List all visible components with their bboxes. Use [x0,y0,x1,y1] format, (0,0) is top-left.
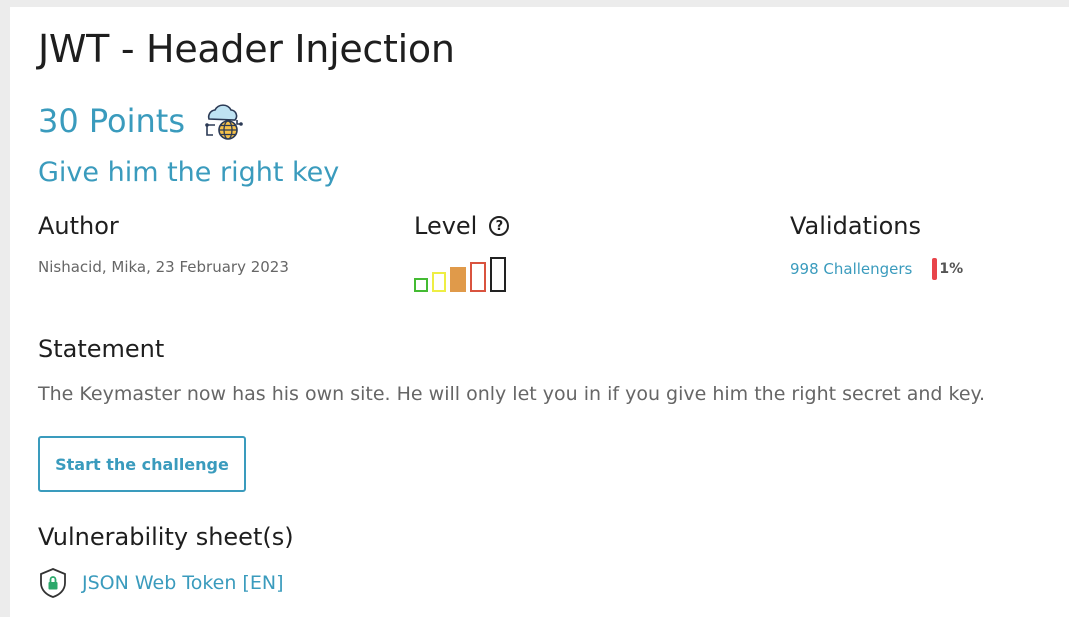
success-rate: 1% [939,261,964,277]
statement-heading: Statement [38,335,165,363]
level-bar-1 [414,278,428,292]
level-bar-4 [470,262,486,292]
validations-heading: Validations [790,212,922,240]
level-heading-row: Level ? [414,212,510,240]
level-bar-5 [490,257,506,292]
level-bar-2 [432,272,446,292]
cloud-globe-icon [201,99,245,143]
validations-line: 998 Challengers 1% [790,258,963,280]
challenge-panel: JWT - Header Injection 30 Points Give hi… [10,7,1069,617]
challengers-link[interactable]: 998 Challengers [790,260,912,278]
vulnerability-link-jwt[interactable]: JSON Web Token [EN] [82,572,283,594]
challenge-subtitle: Give him the right key [38,157,340,188]
author-heading: Author [38,212,119,240]
level-heading: Level [414,212,478,240]
page-title: JWT - Header Injection [38,27,455,71]
vulnerability-item[interactable]: JSON Web Token [EN] [38,567,283,599]
shield-lock-icon [38,567,68,599]
start-challenge-button[interactable]: Start the challenge [38,436,246,492]
vulnerability-heading: Vulnerability sheet(s) [38,523,294,551]
level-bar-3 [450,267,466,292]
question-circle-icon[interactable]: ? [489,216,510,236]
points-value: 30 Points [38,102,186,140]
statement-text: The Keymaster now has his own site. He w… [38,383,986,405]
level-indicator [414,257,506,292]
points-row: 30 Points [38,99,245,143]
author-line: Nishacid, Mika, 23 February 2023 [38,258,289,276]
success-rate-bar [932,258,938,280]
